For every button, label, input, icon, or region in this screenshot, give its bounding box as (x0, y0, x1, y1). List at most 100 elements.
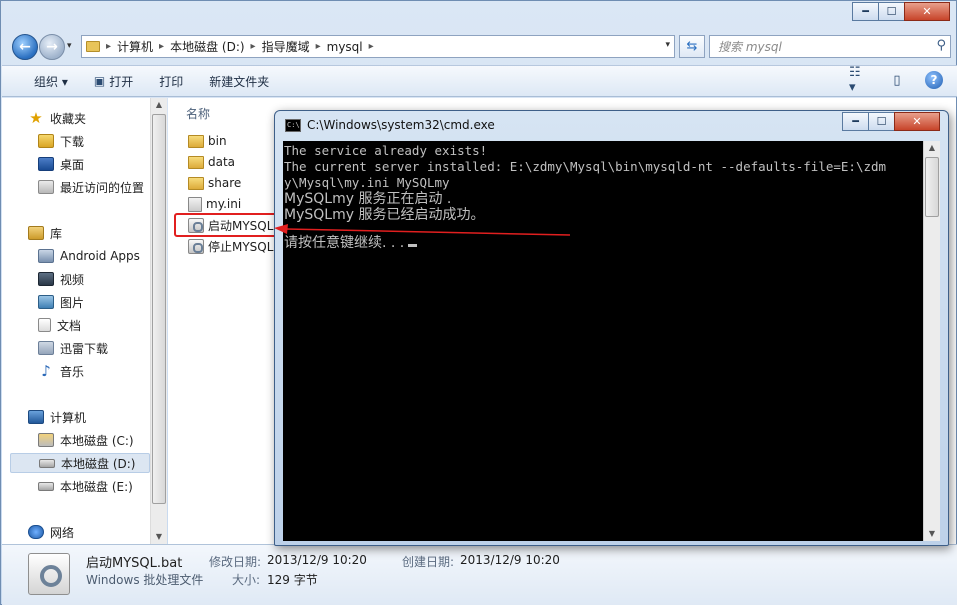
search-icon[interactable]: ⚲ (936, 38, 946, 53)
file-row[interactable]: bin (188, 131, 227, 151)
nav-favorites[interactable]: ★ 收藏夹 (28, 108, 86, 128)
preview-pane-button[interactable]: ▯ (887, 70, 907, 90)
nav-thunder-downloads[interactable]: 迅雷下载 (38, 338, 108, 358)
nav-drive-c[interactable]: 本地磁盘 (C:) (38, 430, 134, 450)
view-list-icon: ☷ ▾ (849, 65, 861, 95)
cmd-scrollbar[interactable]: ▲ ▼ (923, 141, 940, 541)
print-button[interactable]: 打印 (151, 69, 191, 93)
cmd-close-button[interactable]: ✕ (894, 112, 940, 131)
cmd-minimize-button[interactable]: ━ (842, 112, 869, 131)
nav-android-label: Android Apps (60, 249, 140, 263)
search-input[interactable]: 搜索 mysql ⚲ (709, 35, 951, 58)
console-line: MySQLmy 服务已经启动成功。 (284, 207, 485, 223)
scroll-down-icon[interactable]: ▼ (151, 530, 167, 544)
help-icon[interactable]: ? (925, 71, 943, 89)
nav-desktop-label: 桌面 (60, 157, 85, 172)
thunder-icon (38, 341, 54, 355)
forward-button[interactable]: → (39, 34, 65, 60)
chevron-right-icon[interactable]: ▸ (159, 41, 164, 52)
batch-file-large-icon (28, 553, 70, 595)
chevron-right-icon[interactable]: ▸ (106, 41, 111, 52)
refresh-button[interactable]: ⇆ (679, 35, 705, 58)
cmd-title: C:\Windows\system32\cmd.exe (307, 118, 495, 132)
search-placeholder: 搜索 mysql (718, 40, 782, 54)
nav-drive-e-label: 本地磁盘 (E:) (60, 479, 133, 494)
nav-computer[interactable]: 计算机 (28, 407, 86, 427)
nav-music[interactable]: ♪ 音乐 (38, 361, 84, 381)
back-button[interactable]: ← (12, 34, 38, 60)
details-created-label: 创建日期: (402, 555, 455, 569)
cmd-window[interactable]: C:\ C:\Windows\system32\cmd.exe ━ ☐ ✕ Th… (274, 110, 949, 546)
nav-desktop[interactable]: 桌面 (38, 154, 84, 174)
view-options-button[interactable]: ☷ ▾ (849, 65, 869, 95)
scroll-up-icon[interactable]: ▲ (924, 141, 940, 155)
minimize-icon: ━ (862, 5, 869, 18)
console-line: 请按任意键继续. . . (284, 235, 405, 251)
open-button[interactable]: ▣ 打开 (86, 69, 141, 93)
nav-android-apps[interactable]: Android Apps (38, 246, 140, 266)
recent-pages-dropdown[interactable]: ▾ (67, 41, 72, 51)
nav-scroll-thumb[interactable] (152, 114, 166, 504)
close-button[interactable]: ✕ (904, 2, 950, 21)
settings-file-icon (188, 196, 202, 212)
video-icon (38, 272, 54, 286)
file-row[interactable]: 停止MYSQL (188, 236, 273, 256)
nav-videos[interactable]: 视频 (38, 269, 84, 289)
nav-documents[interactable]: 文档 (38, 315, 81, 335)
cmd-scroll-thumb[interactable] (925, 157, 939, 217)
nav-computer-label: 计算机 (50, 410, 87, 425)
file-row[interactable]: share (188, 173, 241, 193)
cmd-maximize-button[interactable]: ☐ (868, 112, 895, 131)
nav-drive-e[interactable]: 本地磁盘 (E:) (38, 476, 133, 496)
column-header-name[interactable]: 名称 (186, 102, 210, 124)
cmd-console-output[interactable]: The service already exists! The current s… (283, 141, 923, 541)
chevron-right-icon[interactable]: ▸ (251, 41, 256, 52)
nav-pictures[interactable]: 图片 (38, 292, 84, 312)
chevron-right-icon[interactable]: ▸ (369, 41, 374, 52)
nav-drive-c-label: 本地磁盘 (C:) (60, 433, 134, 448)
file-name: data (208, 155, 236, 169)
minimize-button[interactable]: ━ (852, 2, 879, 21)
breadcrumb-drive-d[interactable]: 本地磁盘 (D:) (170, 38, 244, 55)
details-modified-value: 2013/12/9 10:20 (267, 553, 367, 567)
chevron-right-icon[interactable]: ▸ (316, 41, 321, 52)
organize-label: 组织 ▾ (34, 74, 68, 89)
nav-libraries[interactable]: 库 (28, 223, 62, 243)
scroll-up-icon[interactable]: ▲ (151, 98, 167, 112)
downloads-folder-icon (38, 134, 54, 148)
nav-network-label: 网络 (50, 525, 75, 540)
organize-button[interactable]: 组织 ▾ (26, 69, 76, 93)
nav-network[interactable]: 网络 (28, 522, 74, 542)
recent-places-icon (38, 180, 54, 194)
breadcrumb-zhidaomoyu[interactable]: 指导魔域 (262, 38, 310, 55)
nav-thunder-label: 迅雷下载 (60, 341, 109, 356)
scroll-down-icon[interactable]: ▼ (924, 527, 940, 541)
command-bar: 组织 ▾ ▣ 打开 打印 新建文件夹 ☷ ▾ ▯ ? (2, 65, 957, 97)
breadcrumb-mysql[interactable]: mysql (327, 40, 363, 54)
library-icon (28, 226, 44, 240)
computer-icon (28, 410, 44, 424)
star-icon: ★ (29, 109, 43, 127)
address-dropdown-icon[interactable]: ▾ (665, 40, 670, 50)
folder-icon (188, 155, 204, 169)
android-apps-icon (38, 249, 54, 263)
nav-recent-places[interactable]: 最近访问的位置 (38, 177, 144, 197)
nav-scrollbar[interactable]: ▲ ▼ (150, 98, 167, 544)
nav-drive-d[interactable]: 本地磁盘 (D:) (10, 453, 150, 473)
file-row[interactable]: my.ini (188, 194, 241, 214)
view-controls: ☷ ▾ ▯ ? (849, 65, 943, 95)
maximize-icon: ☐ (876, 115, 887, 128)
close-icon: ✕ (912, 115, 922, 128)
close-icon: ✕ (922, 5, 932, 18)
cmd-window-controls: ━ ☐ ✕ (842, 112, 940, 131)
text-cursor (408, 244, 418, 247)
console-line: y\Mysql\my.ini MySQLmy (284, 175, 450, 190)
maximize-button[interactable]: ☐ (878, 2, 905, 21)
address-bar[interactable]: ▸ 计算机 ▸ 本地磁盘 (D:) ▸ 指导魔域 ▸ mysql ▸ ▾ (81, 35, 675, 58)
new-folder-button[interactable]: 新建文件夹 (201, 69, 277, 93)
nav-downloads[interactable]: 下载 (38, 131, 84, 151)
details-created-value: 2013/12/9 10:20 (460, 553, 560, 567)
cmd-titlebar[interactable]: C:\ C:\Windows\system32\cmd.exe (285, 118, 495, 132)
file-row[interactable]: data (188, 152, 235, 172)
breadcrumb-computer[interactable]: 计算机 (117, 38, 153, 55)
